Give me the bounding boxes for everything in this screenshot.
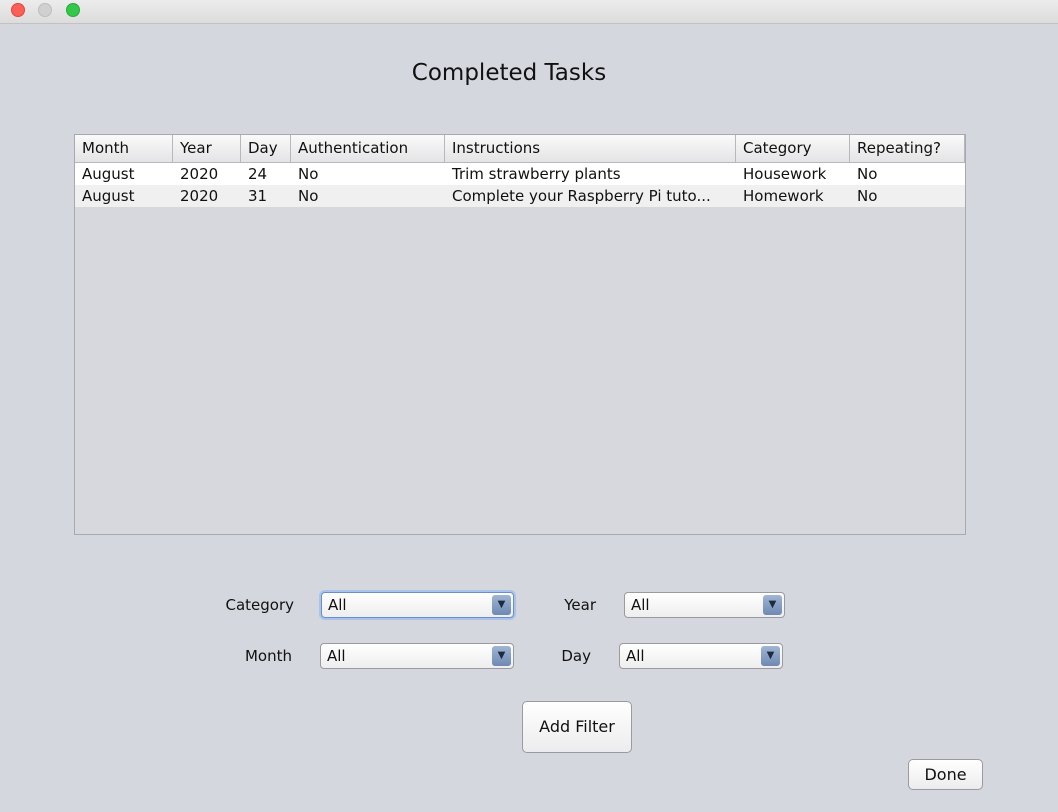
cell-year: 2020	[180, 187, 219, 205]
column-header-category[interactable]: Category	[736, 135, 850, 162]
cell-day: 24	[248, 165, 268, 183]
column-header-repeating[interactable]: Repeating?	[850, 135, 965, 162]
table-row[interactable]: August 2020 24 No Trim strawberry plants…	[75, 163, 965, 185]
category-filter-label: Category	[225, 596, 294, 614]
cell-category: Housework	[743, 165, 827, 183]
cell-month: August	[82, 165, 135, 183]
column-header-instructions[interactable]: Instructions	[445, 135, 736, 162]
zoom-window-icon[interactable]	[66, 3, 80, 17]
done-button[interactable]: Done	[908, 759, 983, 790]
day-filter-label: Day	[561, 647, 591, 665]
cell-instructions: Complete your Raspberry Pi tuto...	[452, 187, 711, 205]
column-header-month[interactable]: Month	[75, 135, 173, 162]
close-window-icon[interactable]	[11, 3, 25, 17]
page-title: Completed Tasks	[411, 60, 607, 86]
cell-authentication: No	[298, 187, 319, 205]
year-filter-select[interactable]: All ▼	[624, 592, 785, 618]
cell-category: Homework	[743, 187, 824, 205]
table-row[interactable]: August 2020 31 No Complete your Raspberr…	[75, 185, 965, 207]
day-filter-select[interactable]: All ▼	[619, 643, 783, 669]
minimize-window-icon[interactable]	[38, 3, 52, 17]
chevron-down-icon[interactable]: ▼	[763, 595, 782, 615]
title-bar	[0, 0, 1058, 24]
cell-authentication: No	[298, 165, 319, 183]
column-header-year[interactable]: Year	[173, 135, 241, 162]
cell-year: 2020	[180, 165, 219, 183]
cell-day: 31	[248, 187, 268, 205]
chevron-down-icon[interactable]: ▼	[761, 646, 780, 666]
table-header: Month Year Day Authentication Instructio…	[75, 135, 965, 163]
completed-tasks-window: Completed Tasks Month Year Day Authentic…	[0, 0, 1058, 812]
month-filter-label: Month	[244, 647, 292, 665]
month-filter-select[interactable]: All ▼	[320, 643, 514, 669]
column-header-day[interactable]: Day	[241, 135, 291, 162]
add-filter-button[interactable]: Add Filter	[522, 701, 632, 753]
chevron-down-icon[interactable]: ▼	[492, 595, 511, 615]
year-filter-value: All	[631, 596, 650, 614]
tasks-table[interactable]: Month Year Day Authentication Instructio…	[74, 134, 966, 535]
cell-instructions: Trim strawberry plants	[452, 165, 621, 183]
cell-repeating: No	[857, 165, 878, 183]
category-filter-select[interactable]: All ▼	[321, 592, 514, 618]
month-filter-value: All	[327, 647, 346, 665]
chevron-down-icon[interactable]: ▼	[492, 646, 511, 666]
cell-month: August	[82, 187, 135, 205]
day-filter-value: All	[626, 647, 645, 665]
year-filter-label: Year	[564, 596, 596, 614]
cell-repeating: No	[857, 187, 878, 205]
category-filter-value: All	[328, 596, 347, 614]
column-header-authentication[interactable]: Authentication	[291, 135, 445, 162]
